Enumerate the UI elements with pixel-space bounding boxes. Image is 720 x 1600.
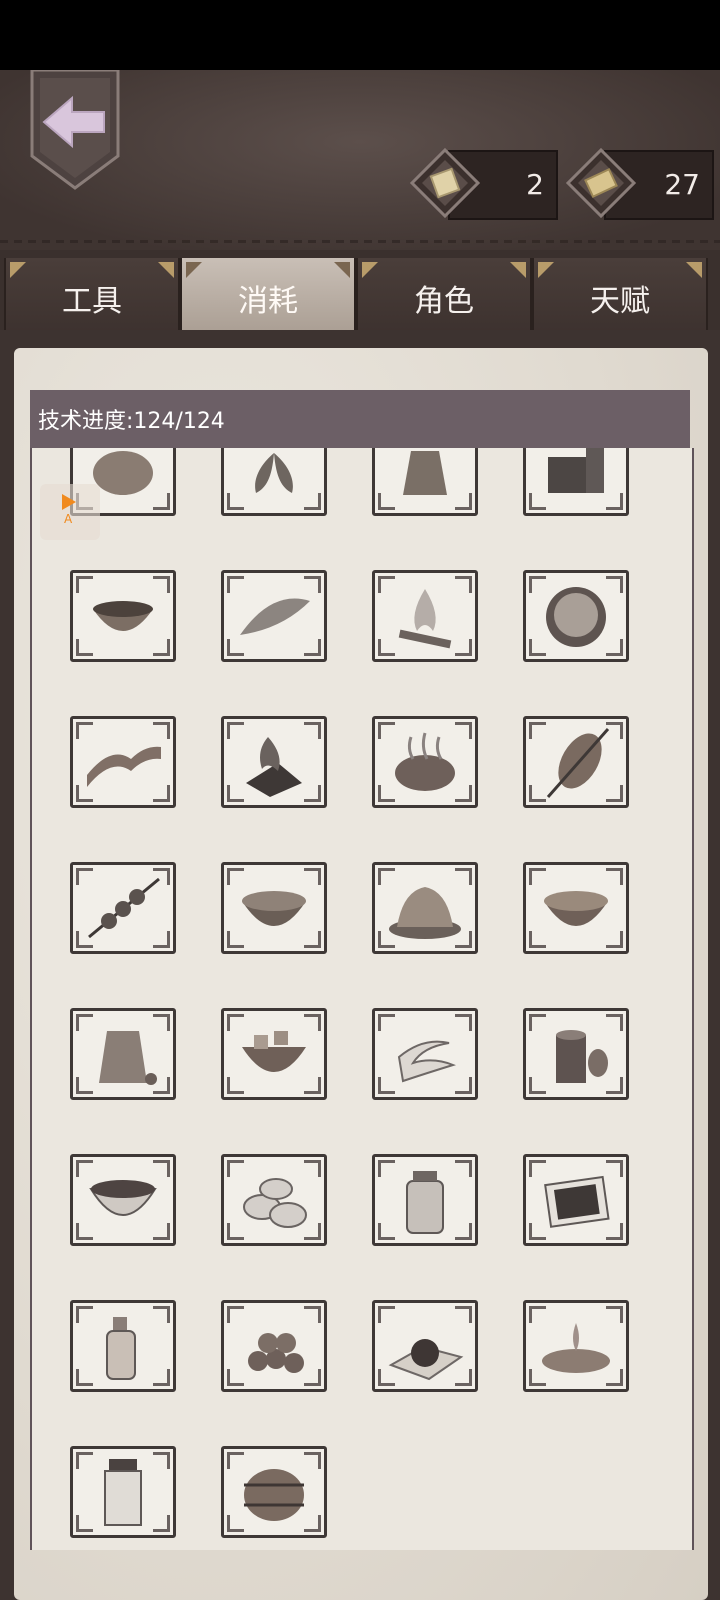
status-bar (0, 0, 720, 70)
chocolate-ball-icon (388, 1339, 464, 1381)
bean-soup-icon (242, 891, 306, 926)
tab-talents[interactable]: 天赋 (532, 258, 708, 338)
currency-counter-2: 27 (566, 148, 714, 220)
kebab-icon (88, 877, 160, 939)
back-button[interactable] (30, 68, 120, 190)
tab-label: 消耗 (238, 284, 298, 319)
item-slot[interactable] (221, 448, 327, 516)
scroll-gem-icon (410, 148, 480, 218)
item-slot[interactable] (221, 1154, 327, 1246)
currency-counter-1: 2 (410, 148, 558, 220)
grain-sack-icon (403, 451, 447, 495)
item-slot[interactable] (70, 862, 176, 954)
corner-ornament-icon (686, 262, 702, 278)
item-slot[interactable] (221, 716, 327, 808)
corner-ornament-icon (186, 262, 202, 278)
tab-label: 工具 (62, 284, 122, 319)
tab-characters[interactable]: 角色 (356, 258, 532, 338)
item-slot[interactable] (523, 570, 629, 662)
grilled-steak-icon (395, 732, 455, 791)
item-slot[interactable] (372, 716, 478, 808)
item-slot[interactable] (221, 862, 327, 954)
currency-value: 27 (664, 168, 700, 201)
spice-sack-icon (99, 1031, 157, 1085)
item-slot[interactable] (70, 1446, 176, 1538)
campfire-icon (398, 589, 452, 649)
burnt-wood-icon (246, 737, 302, 797)
item-slot[interactable] (221, 570, 327, 662)
dried-fish-icon (240, 598, 310, 635)
corner-ornament-icon (510, 262, 526, 278)
currency-value: 2 (526, 168, 544, 201)
item-slot[interactable] (523, 448, 629, 516)
item-slot[interactable] (523, 862, 629, 954)
rice-cake-icon (243, 1178, 307, 1228)
roast-skewer-icon (546, 728, 610, 798)
item-grid[interactable] (30, 448, 694, 1550)
medicine-bottle-icon (104, 1459, 142, 1526)
tab-label: 天赋 (590, 284, 650, 319)
tea-bowl-icon (89, 1180, 157, 1216)
herb-leaves-icon (255, 453, 293, 493)
broth-bowl-icon (544, 891, 608, 926)
tech-progress-header: 技术进度:124/124 (30, 390, 690, 448)
item-slot[interactable] (372, 1154, 478, 1246)
corner-ornament-icon (538, 262, 554, 278)
corner-ornament-icon (158, 262, 174, 278)
back-arrow-icon (30, 68, 120, 190)
charcoal-pile-icon (548, 448, 604, 493)
side-marker[interactable]: A (40, 484, 100, 540)
item-slot[interactable] (70, 1154, 176, 1246)
nut-pile-icon (248, 1333, 304, 1373)
corner-ornament-icon (362, 262, 378, 278)
oil-bottle-icon (106, 1317, 136, 1380)
tab-bar: 工具 消耗 角色 天赋 (0, 250, 720, 340)
item-slot[interactable] (372, 1300, 478, 1392)
bacon-strip-icon (87, 746, 161, 787)
fried-rice-bowl-icon (546, 587, 606, 647)
item-slot[interactable] (221, 1300, 327, 1392)
pickle-jar-icon (406, 1171, 444, 1234)
item-slot[interactable] (70, 716, 176, 808)
corner-ornament-icon (10, 262, 26, 278)
item-slot[interactable] (523, 1154, 629, 1246)
corner-ornament-icon (334, 262, 350, 278)
stew-bowl-icon (93, 601, 153, 631)
play-icon (62, 494, 76, 510)
cocoa-can-icon (556, 1030, 608, 1083)
item-slot[interactable] (523, 716, 629, 808)
item-slot[interactable] (372, 1008, 478, 1100)
seaweed-sheet-icon (544, 1175, 610, 1228)
stitch-seam (0, 240, 720, 243)
item-slot[interactable] (221, 1008, 327, 1100)
item-slot[interactable] (70, 1300, 176, 1392)
tab-consumables[interactable]: 消耗 (180, 258, 356, 338)
parchment-gem-icon (566, 148, 636, 218)
tab-tools[interactable]: 工具 (4, 258, 180, 338)
meat-stew-icon (242, 1031, 306, 1072)
item-slot[interactable] (523, 1300, 629, 1392)
item-slot[interactable] (372, 570, 478, 662)
barrel-icon (244, 1469, 304, 1521)
cooked-meal-icon (389, 887, 461, 939)
item-slot[interactable] (523, 1008, 629, 1100)
bandage-roll-icon (397, 1040, 457, 1083)
item-slot[interactable] (221, 1446, 327, 1538)
item-slot[interactable] (70, 570, 176, 662)
item-slot[interactable] (372, 448, 478, 516)
tech-progress-label: 技术进度:124/124 (38, 409, 225, 434)
item-slot[interactable] (70, 1008, 176, 1100)
item-slot[interactable] (372, 862, 478, 954)
syrup-splash-icon (542, 1323, 610, 1373)
tab-label: 角色 (414, 284, 474, 319)
side-marker-text: A (64, 512, 73, 526)
